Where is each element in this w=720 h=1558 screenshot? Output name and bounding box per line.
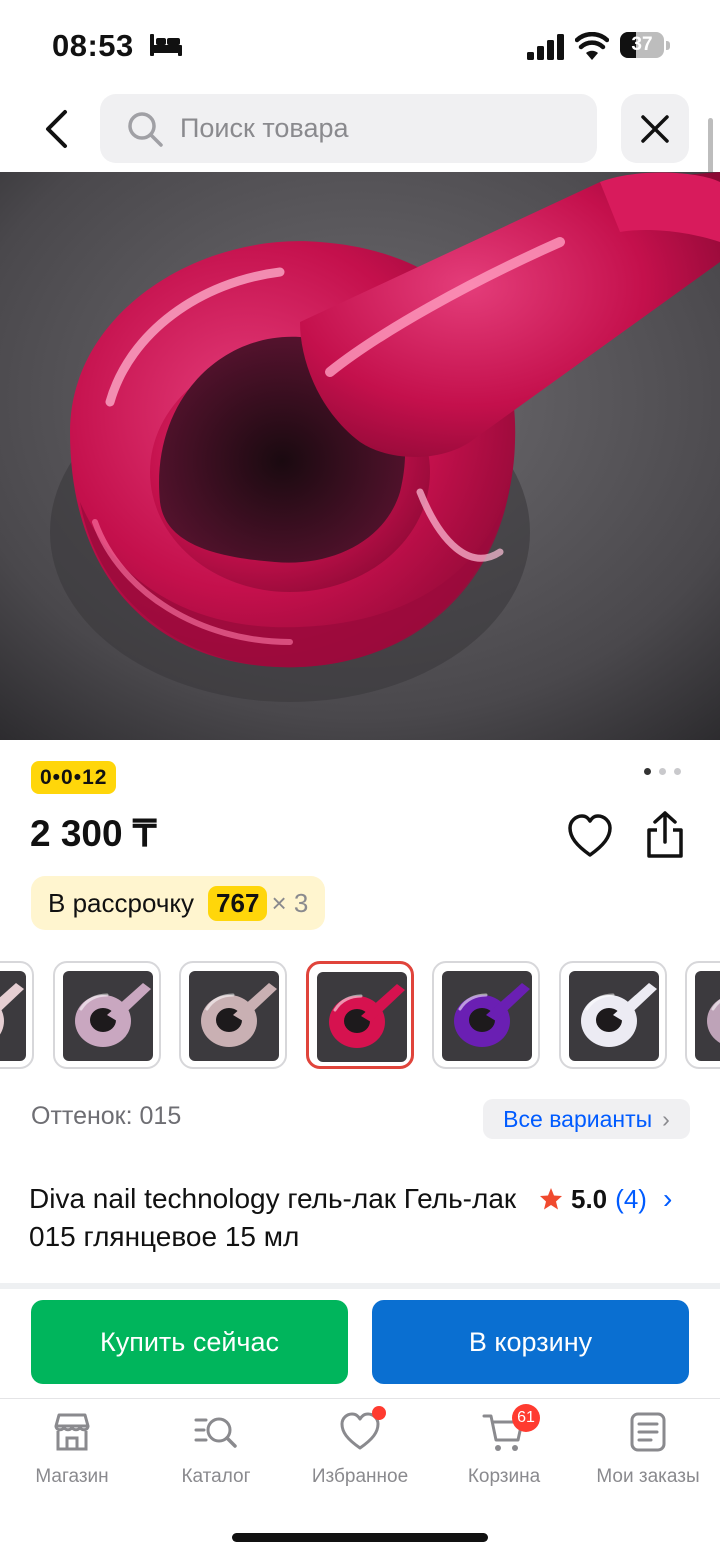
search-bar[interactable] [100,94,597,163]
variant-thumbnail[interactable] [685,961,720,1069]
variant-thumbnail-selected[interactable] [305,961,414,1069]
installment-multiplier: × 3 [271,887,309,918]
variant-thumbnail[interactable] [52,961,161,1069]
variant-thumbnail[interactable] [179,961,287,1069]
battery-indicator: 37 [620,32,672,60]
product-price: 2 300 ₸ [30,813,157,854]
rating-count: (4) [615,1183,647,1214]
chevron-right-icon: › [662,1183,673,1214]
all-variants-label: Все варианты [503,1105,653,1132]
status-time: 08:53 [52,28,134,63]
catalog-search-icon [194,1417,237,1448]
tab-orders[interactable]: Мои заказы [576,1410,720,1488]
search-input[interactable] [178,112,562,145]
variant-thumbnail[interactable] [432,961,540,1069]
gallery-dot [674,768,681,775]
tab-label: Корзина [467,1466,541,1487]
tab-cart[interactable]: 61 Корзина [432,1404,576,1488]
sleep-focus-icon [150,34,182,56]
tabbar-divider [0,1398,720,1399]
product-title: Diva nail technology гель-лак Гель-лак 0… [29,1183,517,1252]
variant-swatch-image [0,971,26,1061]
variant-carousel[interactable] [0,960,720,1073]
product-image[interactable] [0,172,720,740]
tab-label: Каталог [181,1466,251,1487]
chevron-right-icon: › [662,1105,670,1132]
close-icon [641,114,669,143]
variant-swatch-image [316,972,407,1062]
all-variants-button[interactable]: Все варианты › [483,1099,690,1139]
home-indicator[interactable] [232,1533,488,1542]
search-icon [128,111,163,147]
installment-offer[interactable]: В рассрочку 767 × 3 [31,876,326,930]
tab-store[interactable]: Магазин [0,1410,144,1488]
shade-label: Оттенок: 015 [31,1102,182,1130]
add-to-cart-button[interactable]: В корзину [372,1300,689,1384]
section-divider [0,1283,720,1289]
product-rating[interactable]: 5.0 (4) › [539,1183,672,1215]
buy-now-button[interactable]: Купить сейчас [31,1300,348,1384]
tab-label: Мои заказы [596,1466,700,1487]
variant-swatch-image [442,971,532,1061]
tab-favorites[interactable]: Избранное [288,1406,432,1488]
share-button[interactable] [641,810,689,860]
variant-thumbnail[interactable] [0,961,34,1069]
gallery-dot [659,768,666,775]
variant-swatch-image [62,971,153,1061]
variant-thumbnail[interactable] [558,961,667,1069]
installment-label: В рассрочку [48,887,195,918]
variant-swatch-image [568,971,659,1061]
close-button[interactable] [621,94,689,163]
favorite-button[interactable] [566,813,614,859]
chevron-left-icon [46,110,67,148]
gallery-page-indicator [644,768,681,775]
installment-amount: 767 [208,885,268,921]
star-icon [540,1188,562,1210]
variant-swatch-image [189,971,279,1061]
cart-count-badge: 61 [512,1404,540,1432]
gallery-dot [644,768,651,775]
tab-label: Магазин [35,1466,109,1487]
rating-score: 5.0 [571,1183,608,1214]
tab-label: Избранное [311,1466,409,1487]
nail-polish-photo [0,172,720,740]
tab-catalog[interactable]: Каталог [144,1410,288,1488]
notification-dot [372,1406,386,1420]
back-button[interactable] [32,100,80,158]
promo-badge: 0•0•12 [31,761,117,794]
variant-swatch-image [695,971,720,1061]
orders-icon [630,1412,666,1452]
cellular-signal-icon [527,34,564,60]
battery-level: 37 [631,34,653,55]
wifi-icon [575,32,609,60]
store-icon [54,1413,90,1451]
